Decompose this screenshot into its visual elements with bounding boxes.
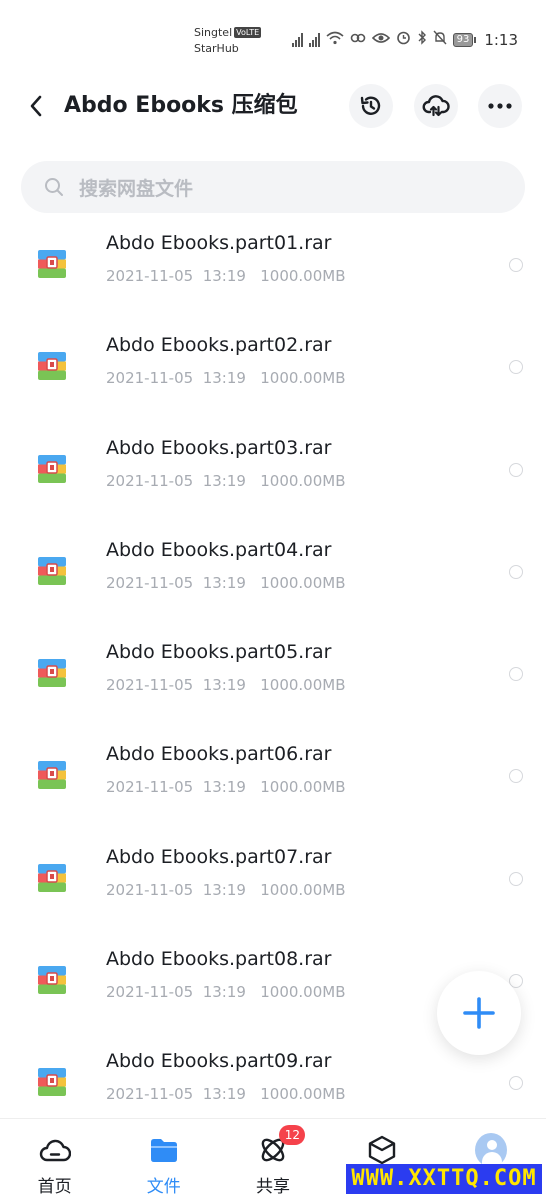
file-row[interactable]: Abdo Ebooks.part06.rar 2021-11-05 13:19 1… bbox=[0, 731, 546, 833]
file-name: Abdo Ebooks.part07.rar bbox=[106, 845, 332, 868]
signal-1-icon bbox=[291, 32, 303, 47]
file-meta: 2021-11-05 13:19 1000.00MB bbox=[106, 573, 346, 592]
file-name: Abdo Ebooks.part01.rar bbox=[106, 232, 332, 254]
cloud-transfer-button[interactable] bbox=[414, 84, 458, 128]
archive-file-icon bbox=[38, 966, 66, 995]
carrier-info: Singtel VoLTE StarHub bbox=[194, 25, 262, 57]
select-radio[interactable] bbox=[509, 564, 523, 579]
file-meta: 2021-11-05 13:19 1000.00MB bbox=[106, 676, 346, 695]
file-row[interactable]: Abdo Ebooks.part02.rar 2021-11-05 13:19 1… bbox=[0, 322, 546, 424]
status-bar: Singtel VoLTE StarHub 93 1:13 bbox=[0, 0, 546, 74]
volte-badge: VoLTE bbox=[234, 27, 262, 38]
file-row[interactable]: Abdo Ebooks.part03.rar 2021-11-05 13:19 1… bbox=[0, 425, 546, 527]
file-meta: 2021-11-05 13:19 1000.00MB bbox=[106, 267, 346, 285]
search-placeholder: 搜索网盘文件 bbox=[79, 177, 194, 200]
file-row[interactable]: Abdo Ebooks.part01.rar 2021-11-05 13:19 1… bbox=[0, 220, 546, 322]
nav-share[interactable]: 12 共享 bbox=[218, 1119, 327, 1200]
search-icon bbox=[43, 176, 65, 198]
select-radio[interactable] bbox=[509, 258, 523, 272]
eye-icon bbox=[371, 32, 390, 48]
file-row[interactable]: Abdo Ebooks.part04.rar 2021-11-05 13:19 1… bbox=[0, 527, 546, 629]
file-meta: 2021-11-05 13:19 1000.00MB bbox=[106, 778, 346, 797]
avatar-icon bbox=[475, 1133, 508, 1167]
history-icon bbox=[360, 96, 381, 115]
back-button[interactable] bbox=[20, 90, 52, 122]
wifi-icon bbox=[326, 31, 344, 49]
archive-file-icon bbox=[38, 556, 66, 585]
file-row[interactable]: Abdo Ebooks.part07.rar 2021-11-05 13:19 1… bbox=[0, 834, 546, 936]
select-radio[interactable] bbox=[509, 769, 523, 784]
carrier-1: Singtel bbox=[194, 26, 233, 39]
file-name: Abdo Ebooks.part04.rar bbox=[106, 538, 332, 561]
file-meta: 2021-11-05 13:19 1000.00MB bbox=[106, 880, 346, 899]
archive-file-icon bbox=[38, 659, 66, 688]
mute-bell-icon bbox=[433, 30, 447, 49]
select-radio[interactable] bbox=[509, 871, 523, 886]
cloud-transfer-icon bbox=[422, 95, 450, 117]
folder-icon bbox=[148, 1134, 180, 1166]
cloud-home-icon bbox=[39, 1134, 71, 1166]
nav-home-label: 首页 bbox=[37, 1177, 72, 1197]
file-name: Abdo Ebooks.part09.rar bbox=[106, 1050, 332, 1073]
file-meta: 2021-11-05 13:19 1000.00MB bbox=[106, 1085, 346, 1104]
archive-file-icon bbox=[38, 250, 66, 278]
alarm-icon bbox=[396, 30, 411, 49]
page-title: Abdo Ebooks 压缩包 bbox=[64, 93, 298, 118]
select-radio[interactable] bbox=[509, 360, 523, 375]
file-name: Abdo Ebooks.part05.rar bbox=[106, 641, 332, 664]
file-name: Abdo Ebooks.part06.rar bbox=[106, 743, 332, 766]
battery-level: 93 bbox=[452, 32, 474, 47]
share-badge: 12 bbox=[279, 1125, 306, 1145]
file-name: Abdo Ebooks.part08.rar bbox=[106, 948, 332, 971]
archive-file-icon bbox=[38, 352, 66, 381]
header: Abdo Ebooks 压缩包 bbox=[0, 78, 546, 134]
archive-file-icon bbox=[38, 863, 66, 892]
battery-icon: 93 bbox=[452, 32, 477, 47]
file-name: Abdo Ebooks.part03.rar bbox=[106, 436, 332, 459]
more-dots-icon bbox=[488, 103, 512, 109]
clock: 1:13 bbox=[484, 30, 518, 49]
more-button[interactable] bbox=[478, 84, 522, 128]
nav-files-label: 文件 bbox=[146, 1177, 181, 1197]
link-icon bbox=[350, 32, 366, 48]
nav-share-label: 共享 bbox=[255, 1177, 290, 1197]
cube-icon bbox=[366, 1134, 398, 1166]
select-radio[interactable] bbox=[509, 667, 523, 682]
status-icons: 93 1:13 bbox=[291, 30, 518, 49]
history-button[interactable] bbox=[349, 84, 393, 128]
carrier-2: StarHub bbox=[194, 42, 239, 55]
select-radio[interactable] bbox=[509, 1076, 523, 1091]
add-button[interactable] bbox=[437, 971, 521, 1055]
file-meta: 2021-11-05 13:19 1000.00MB bbox=[106, 471, 346, 490]
file-meta: 2021-11-05 13:19 1000.00MB bbox=[106, 983, 346, 1002]
nav-home[interactable]: 首页 bbox=[0, 1119, 109, 1200]
watermark: WWW.XXTTQ.COM bbox=[346, 1164, 542, 1194]
file-row[interactable]: Abdo Ebooks.part05.rar 2021-11-05 13:19 1… bbox=[0, 629, 546, 731]
search-input[interactable]: 搜索网盘文件 bbox=[21, 161, 525, 213]
select-radio[interactable] bbox=[509, 462, 523, 477]
file-meta: 2021-11-05 13:19 1000.00MB bbox=[106, 369, 346, 388]
bluetooth-icon bbox=[417, 30, 427, 49]
plus-icon bbox=[463, 997, 495, 1029]
file-name: Abdo Ebooks.part02.rar bbox=[106, 334, 332, 357]
avatar bbox=[475, 1133, 508, 1167]
archive-file-icon bbox=[38, 454, 66, 483]
archive-file-icon bbox=[38, 761, 66, 790]
archive-file-icon bbox=[38, 1068, 66, 1097]
nav-files[interactable]: 文件 bbox=[109, 1119, 218, 1200]
signal-2-icon bbox=[308, 32, 320, 47]
chevron-left-icon bbox=[30, 95, 42, 117]
